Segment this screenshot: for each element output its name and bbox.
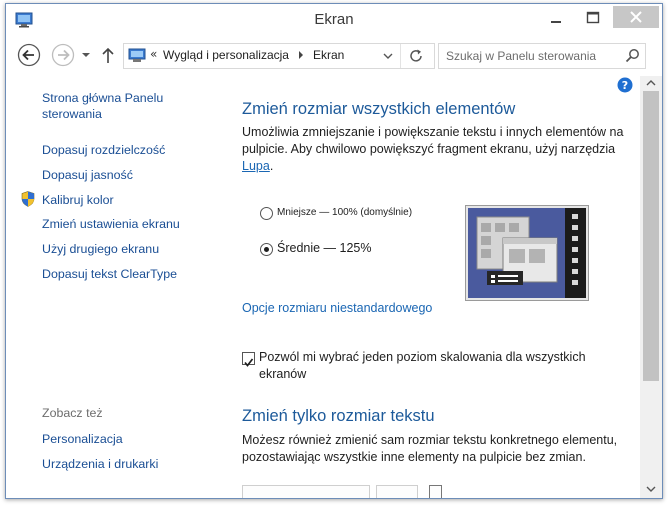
vertical-scrollbar[interactable]: [640, 76, 662, 498]
search-input[interactable]: Szukaj w Panelu sterowania: [438, 43, 646, 69]
sidebar-item-devices-printers[interactable]: Urządzenia i drukarki: [42, 456, 158, 472]
divider: [400, 44, 401, 68]
sidebar-item-brightness[interactable]: Dopasuj jasność: [42, 167, 133, 183]
sidebar-item-resolution[interactable]: Dopasuj rozdzielczość: [42, 142, 165, 158]
breadcrumb-separator-icon[interactable]: [297, 49, 305, 61]
breadcrumb-item-appearance[interactable]: Wygląd i personalizacja: [163, 48, 289, 62]
maximize-button[interactable]: [578, 6, 608, 30]
description-text: Umożliwia zmniejszanie i powiększanie te…: [242, 125, 624, 156]
size-dropdown[interactable]: [376, 485, 418, 498]
description-period: .: [269, 159, 274, 173]
sidebar-item-second-screen[interactable]: Użyj drugiego ekranu: [42, 241, 159, 257]
forward-button[interactable]: [51, 43, 75, 67]
recent-locations-icon[interactable]: [81, 50, 91, 60]
svg-text:?: ?: [622, 79, 628, 92]
sidebar-item-cleartype[interactable]: Dopasuj tekst ClearType: [42, 266, 177, 282]
control-panel-icon: [128, 48, 146, 62]
search-placeholder: Szukaj w Panelu sterowania: [446, 49, 597, 63]
address-bar[interactable]: « Wygląd i personalizacja Ekran: [123, 43, 435, 69]
main-content: Zmień rozmiar wszystkich elementów Umożl…: [222, 76, 640, 498]
shield-icon: [21, 191, 35, 207]
section-title-text-only: Zmień tylko rozmiar tekstu: [242, 407, 435, 425]
scrollbar-thumb[interactable]: [643, 91, 659, 381]
chevron-down-icon[interactable]: [383, 52, 393, 60]
breadcrumb-overflow[interactable]: «: [150, 47, 157, 61]
section-title-resize-all: Zmień rozmiar wszystkich elementów: [242, 100, 516, 118]
custom-sizing-link[interactable]: Opcje rozmiaru niestandardowego: [242, 301, 432, 315]
control-panel-window: Ekran « Wygląd i personalizacja Ekran Sz…: [5, 3, 663, 499]
up-arrow-icon[interactable]: [100, 45, 116, 65]
checkmark-icon: [244, 358, 254, 367]
close-button[interactable]: [613, 6, 659, 28]
navigation-bar: « Wygląd i personalizacja Ekran Szukaj w…: [6, 36, 662, 76]
radio-medium[interactable]: [260, 243, 273, 256]
sidebar-item-personalization[interactable]: Personalizacja: [42, 431, 123, 447]
scroll-up-icon[interactable]: [646, 80, 656, 86]
title-bar[interactable]: Ekran: [6, 4, 662, 36]
bold-checkbox[interactable]: [429, 485, 442, 498]
magnifier-link[interactable]: Lupa: [242, 159, 270, 173]
minimize-button[interactable]: [541, 6, 571, 30]
radio-label-smaller: Mniejsze — 100% (domyślnie): [277, 207, 413, 218]
section-description: Umożliwia zmniejszanie i powiększanie te…: [242, 124, 637, 175]
scroll-down-icon[interactable]: [646, 486, 656, 492]
scaling-checkbox-label[interactable]: Pozwól mi wybrać jeden poziom skalowania…: [259, 349, 629, 383]
radio-smaller[interactable]: [260, 207, 273, 220]
sidebar-item-calibrate-color[interactable]: Kalibruj kolor: [42, 192, 114, 208]
breadcrumb-item-display[interactable]: Ekran: [313, 48, 344, 62]
scaling-checkbox[interactable]: [242, 352, 255, 367]
section2-description: Możesz również zmienić sam rozmiar tekst…: [242, 433, 618, 464]
see-also-label: Zobacz też: [42, 406, 103, 420]
help-icon[interactable]: ?: [617, 77, 633, 93]
scaling-preview-image: [465, 205, 589, 301]
back-button[interactable]: [17, 43, 41, 67]
refresh-icon[interactable]: [407, 47, 425, 65]
search-icon[interactable]: [625, 48, 640, 63]
element-dropdown[interactable]: [242, 485, 370, 498]
left-pane: Strona główna Panelu sterowania Dopasuj …: [6, 76, 222, 498]
sidebar-item-display-settings[interactable]: Zmień ustawienia ekranu: [42, 216, 180, 232]
sidebar-item-home[interactable]: Strona główna Panelu sterowania: [42, 90, 192, 122]
radio-label-medium: Średnie — 125%: [277, 241, 372, 255]
